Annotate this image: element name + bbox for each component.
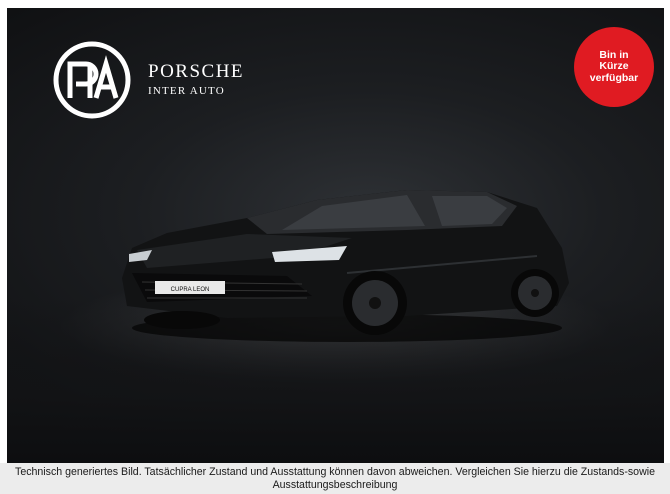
availability-badge: Bin in Kürze verfügbar (574, 27, 654, 107)
dealer-logo-icon (53, 41, 131, 119)
car-illustration: CUPRA LEON (122, 190, 569, 342)
disclaimer: Technisch generiertes Bild. Tatsächliche… (0, 463, 670, 494)
vehicle-image[interactable]: PORSCHE INTER AUTO Bin in Kürze verfügba… (7, 8, 664, 463)
dealer-name: PORSCHE INTER AUTO (148, 62, 244, 98)
dealer-name-title: PORSCHE (148, 61, 245, 82)
dealer-name-subtitle: INTER AUTO (148, 85, 225, 97)
availability-badge-text: Bin in Kürze verfügbar (589, 48, 639, 84)
disclaimer-text: Technisch generiertes Bild. Tatsächliche… (15, 466, 655, 491)
license-plate-text: CUPRA LEON (171, 287, 210, 293)
